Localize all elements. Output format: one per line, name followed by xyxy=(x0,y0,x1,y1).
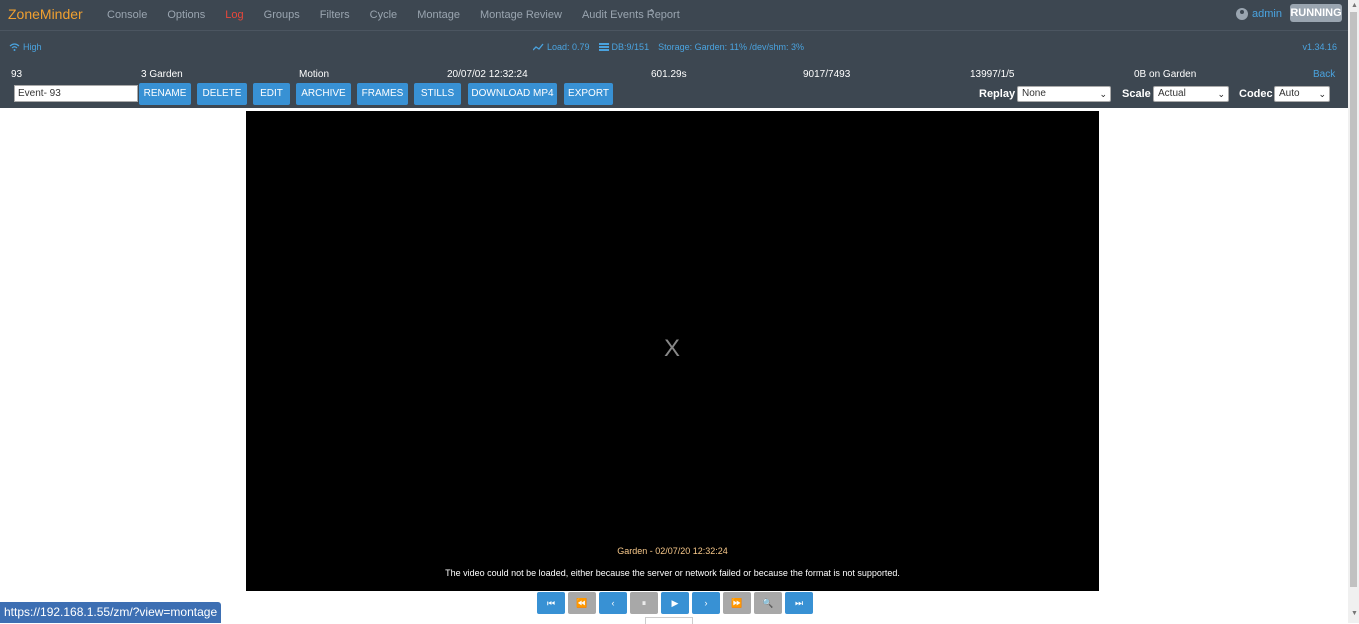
load-value: Load: 0.79 xyxy=(547,42,590,52)
bandwidth-control[interactable]: High xyxy=(9,42,42,52)
scroll-down-icon[interactable]: ▼ xyxy=(1351,610,1358,617)
export-button[interactable]: EXPORT xyxy=(564,83,613,105)
last-event-button[interactable]: ⏭ xyxy=(785,592,813,614)
database-icon xyxy=(598,43,609,51)
fast-forward-icon: ⏩ xyxy=(731,598,743,608)
event-monitor: 3 Garden xyxy=(141,69,183,80)
zoom-out-button[interactable]: 🔍 xyxy=(754,592,782,614)
archive-button[interactable]: ARCHIVE xyxy=(296,83,351,105)
event-scores: 13997/1/5 xyxy=(970,69,1015,80)
rename-button[interactable]: RENAME xyxy=(139,83,191,105)
previous-frame-icon: ‹ xyxy=(611,598,615,608)
top-navbar: ZoneMinder Console Options Log Groups Filter… xyxy=(0,0,1348,30)
playback-controls: ⏮ ⏪ ‹ ⏸ ▶ › ⏩ 🔍 ⏭ xyxy=(537,592,813,614)
nav-item-filters[interactable]: Filters xyxy=(320,9,350,21)
rewind-button[interactable]: ⏪ xyxy=(568,592,596,614)
zoom-out-icon: 🔍 xyxy=(762,598,774,608)
nav-item-options[interactable]: Options xyxy=(167,9,205,21)
system-info: Load: 0.79 DB:9/151 Storage: Garden: 11%… xyxy=(533,42,804,52)
pause-icon: ⏸ xyxy=(641,598,647,608)
run-state-button[interactable]: RUNNING xyxy=(1290,4,1342,22)
nav-item-montage[interactable]: Montage xyxy=(417,9,460,21)
event-frames: 9017/7493 xyxy=(803,69,851,80)
first-event-icon: ⏮ xyxy=(546,598,556,608)
play-icon: ▶ xyxy=(671,598,679,608)
scale-value: Actual xyxy=(1158,88,1186,99)
version-label[interactable]: v1.34.16 xyxy=(1302,42,1337,52)
stills-button[interactable]: STILLS xyxy=(414,83,461,105)
codec-value: Auto xyxy=(1279,88,1300,99)
codec-select[interactable]: Auto ⌄ xyxy=(1274,86,1330,102)
scale-select[interactable]: Actual ⌄ xyxy=(1153,86,1229,102)
codec-label: Codec xyxy=(1239,88,1273,100)
replay-select[interactable]: None ⌄ xyxy=(1017,86,1111,102)
rewind-icon: ⏪ xyxy=(576,598,588,608)
last-event-icon: ⏭ xyxy=(794,598,804,608)
event-disk-usage: 0B on Garden xyxy=(1134,69,1197,80)
download-mp4-button[interactable]: DOWNLOAD MP4 xyxy=(468,83,557,105)
main-menu: Console Options Log Groups Filters Cycle Monta… xyxy=(107,9,700,21)
video-caption: Garden - 02/07/20 12:32:24 xyxy=(617,546,728,556)
pause-button[interactable]: ⏸ xyxy=(630,592,658,614)
nav-item-log[interactable]: Log xyxy=(225,9,243,21)
nav-item-montage-review[interactable]: Montage Review xyxy=(480,9,562,21)
delete-button[interactable]: DELETE xyxy=(197,83,247,105)
page-scrollbar[interactable]: ▲ ▼ xyxy=(1348,0,1359,623)
video-error-message: The video could not be loaded, either be… xyxy=(445,568,900,578)
video-error-placeholder: X xyxy=(664,335,681,362)
event-name-input[interactable] xyxy=(14,85,138,102)
scrollbar-thumb[interactable] xyxy=(1350,12,1357,587)
edit-button[interactable]: EDIT xyxy=(253,83,290,105)
frames-button[interactable]: FRAMES xyxy=(357,83,408,105)
caret-up-icon[interactable]: ⌃ xyxy=(647,7,656,20)
username[interactable]: admin xyxy=(1252,8,1282,20)
nav-item-groups[interactable]: Groups xyxy=(264,9,300,21)
replay-value: None xyxy=(1022,88,1046,99)
chevron-down-icon: ⌄ xyxy=(1217,89,1225,99)
brand-logo[interactable]: ZoneMinder xyxy=(8,6,83,22)
system-status-bar: High Load: 0.79 DB:9/151 Storage: Garden… xyxy=(0,30,1348,67)
load-chart-icon xyxy=(533,43,544,51)
event-id: 93 xyxy=(11,69,23,80)
nav-item-cycle[interactable]: Cycle xyxy=(370,9,398,21)
event-cause: Motion xyxy=(299,69,330,80)
replay-label: Replay xyxy=(979,88,1016,100)
scale-label: Scale xyxy=(1122,88,1151,100)
chevron-down-icon: ⌄ xyxy=(1099,89,1107,99)
storage-info: Storage: Garden: 11% /dev/shm: 3% xyxy=(658,42,804,52)
fast-forward-button[interactable]: ⏩ xyxy=(723,592,751,614)
user-menu[interactable]: admin xyxy=(1236,8,1282,20)
next-frame-icon: › xyxy=(704,598,708,608)
nav-item-console[interactable]: Console xyxy=(107,9,147,21)
bandwidth-label[interactable]: High xyxy=(23,42,42,52)
user-icon xyxy=(1236,8,1248,20)
wifi-icon xyxy=(9,43,20,51)
chevron-down-icon: ⌄ xyxy=(1318,89,1326,99)
status-url-tooltip: https://192.168.1.55/zm/?view=montage xyxy=(0,602,222,623)
event-header: 93 3 Garden Motion 20/07/02 12:32:24 601… xyxy=(0,66,1348,108)
db-connections: DB:9/151 xyxy=(611,42,650,52)
first-event-button[interactable]: ⏮ xyxy=(537,592,565,614)
previous-frame-button[interactable]: ‹ xyxy=(599,592,627,614)
nav-item-audit-events-report[interactable]: Audit Events Report xyxy=(582,9,680,21)
event-datetime: 20/07/02 12:32:24 xyxy=(447,69,528,80)
back-link[interactable]: Back xyxy=(1313,69,1335,80)
play-button[interactable]: ▶ xyxy=(661,592,689,614)
scroll-up-icon[interactable]: ▲ xyxy=(1351,2,1358,9)
video-player[interactable]: X Garden - 02/07/20 12:32:24 The video c… xyxy=(246,111,1099,591)
next-frame-button[interactable]: › xyxy=(692,592,720,614)
event-duration: 601.29s xyxy=(651,69,687,80)
